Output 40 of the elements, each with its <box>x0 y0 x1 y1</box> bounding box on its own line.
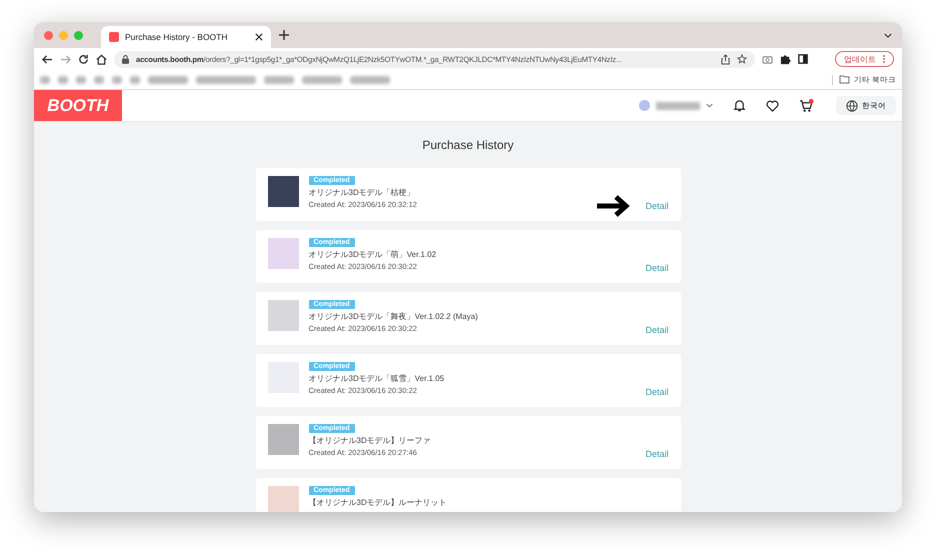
product-name: オリジナル3Dモデル「舞夜」Ver.1.02.2 (Maya) <box>308 311 478 322</box>
product-name: 【オリジナル3Dモデル】ルーナリット <box>308 497 447 508</box>
bell-icon[interactable] <box>733 99 746 112</box>
page-title: Purchase History <box>422 138 514 152</box>
share-icon[interactable] <box>721 54 730 64</box>
new-tab-icon[interactable] <box>279 30 289 40</box>
detail-link[interactable]: Detail <box>645 201 668 211</box>
site-favicon-icon <box>109 32 119 42</box>
blurred-username-drawing <box>656 102 700 110</box>
booth-logo[interactable]: BOOTH <box>34 90 122 121</box>
star-icon[interactable] <box>737 54 747 64</box>
detail-link[interactable]: Detail <box>645 387 668 397</box>
close-icon[interactable] <box>255 33 263 41</box>
sidebar-icon[interactable] <box>798 54 808 64</box>
browser-tab[interactable]: Purchase History - BOOTH <box>101 26 271 48</box>
product-thumbnail-placeholder <box>268 238 298 269</box>
camera-icon[interactable] <box>762 54 773 64</box>
caret-icon[interactable] <box>706 103 713 108</box>
puzzle-icon[interactable] <box>780 54 791 64</box>
product-name: オリジナル3Dモデル「桔梗」 <box>308 187 415 198</box>
lock-icon <box>122 54 129 64</box>
chevron-down-icon[interactable] <box>884 32 892 38</box>
folder-icon <box>838 75 850 84</box>
product-thumbnail-placeholder <box>268 424 298 455</box>
product-name: オリジナル3Dモデル「狐雪」Ver.1.05 <box>308 373 444 384</box>
product-name: 【オリジナル3Dモデル】リーファ <box>308 435 431 446</box>
product-thumbnail-placeholder <box>268 176 298 207</box>
product-thumbnail-placeholder <box>268 486 298 512</box>
detail-link[interactable]: Detail <box>645 325 668 335</box>
back-icon[interactable] <box>42 54 53 64</box>
globe-icon <box>846 100 858 112</box>
detail-link[interactable]: Detail <box>645 263 668 273</box>
reload-icon[interactable] <box>78 54 89 64</box>
cart-icon[interactable] <box>799 98 814 112</box>
product-name: オリジナル3Dモデル「萌」Ver.1.02 <box>308 249 436 260</box>
detail-link[interactable]: Detail <box>645 449 668 459</box>
product-thumbnail-placeholder <box>268 300 298 331</box>
home-icon[interactable] <box>96 54 107 64</box>
update-button[interactable]: 업데이트 <box>835 51 894 67</box>
heart-icon[interactable] <box>766 100 779 112</box>
